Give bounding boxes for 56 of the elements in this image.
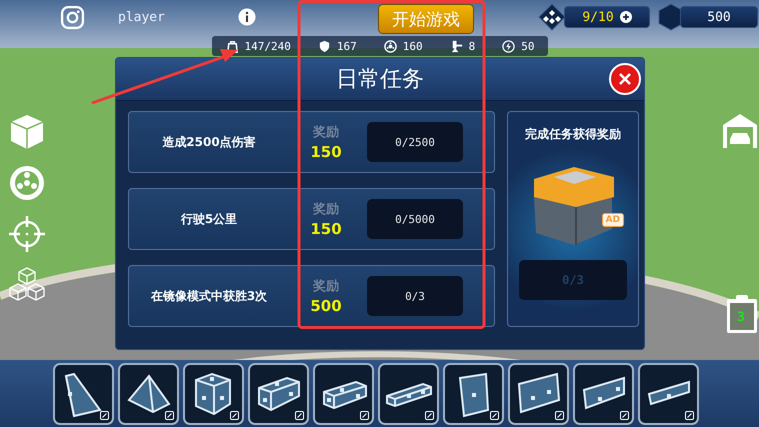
coin-counter: 500: [680, 6, 758, 28]
energy-counter: 9/10: [564, 6, 650, 28]
edit-icon: [620, 411, 629, 420]
task-progress: 0/5000: [367, 199, 463, 239]
weight-icon: [226, 40, 238, 52]
reward-label: 奖励: [313, 278, 339, 295]
block-slot[interactable]: [508, 363, 569, 425]
stat-value: 147/240: [244, 40, 291, 52]
reward-label: 奖励: [313, 201, 339, 218]
info-icon[interactable]: [238, 8, 256, 26]
diamond-icon: [538, 3, 566, 31]
block-slot[interactable]: [53, 363, 114, 425]
edit-icon: [685, 411, 694, 420]
ad-badge: AD: [602, 213, 624, 227]
reward-card-title: 完成任务获得奖励: [525, 126, 621, 143]
edit-icon: [425, 411, 434, 420]
shield-icon: [318, 40, 331, 52]
task-progress: 0/3: [367, 276, 463, 316]
task-description: 在镜像模式中获胜3次: [150, 288, 268, 304]
reward-amount: 150: [310, 143, 342, 161]
block-slot[interactable]: [248, 363, 309, 425]
block-slot[interactable]: [313, 363, 374, 425]
block-slot[interactable]: [378, 363, 439, 425]
camera-icon[interactable]: [60, 4, 85, 30]
edit-icon: [165, 411, 174, 420]
wheel-icon: [384, 40, 397, 52]
edit-icon: [230, 411, 239, 420]
turret-icon: [450, 40, 463, 52]
edit-icon: [555, 411, 564, 420]
edit-icon: [100, 411, 109, 420]
block-slot[interactable]: [573, 363, 634, 425]
reward-amount: 150: [310, 220, 342, 238]
stat-value: 8: [468, 40, 476, 52]
block-slot[interactable]: [638, 363, 699, 425]
stat-value: 50: [521, 40, 534, 52]
lightning-icon: [502, 40, 516, 52]
reward-label: 奖励: [313, 124, 339, 141]
start-game-button[interactable]: 开始游戏: [378, 5, 473, 33]
reward-progress: 0/3: [519, 260, 627, 300]
dialog-title: 日常任务: [336, 66, 424, 94]
reward-amount: 500: [310, 297, 342, 315]
plus-icon[interactable]: [620, 11, 632, 23]
block-slot[interactable]: [183, 363, 244, 425]
player-name: player: [118, 10, 165, 24]
edit-icon: [360, 411, 369, 420]
edit-icon: [295, 411, 304, 420]
block-slot[interactable]: [443, 363, 504, 425]
close-icon: [618, 72, 632, 86]
block-slot[interactable]: [118, 363, 179, 425]
stat-value: 167: [336, 40, 357, 52]
edit-icon: [490, 411, 499, 420]
task-count: 3: [737, 311, 745, 324]
stat-value: 160: [402, 40, 423, 52]
task-progress: 0/2500: [367, 122, 463, 162]
task-description: 行驶5公里: [180, 210, 238, 228]
task-description: 造成2500点伤害: [161, 134, 257, 150]
